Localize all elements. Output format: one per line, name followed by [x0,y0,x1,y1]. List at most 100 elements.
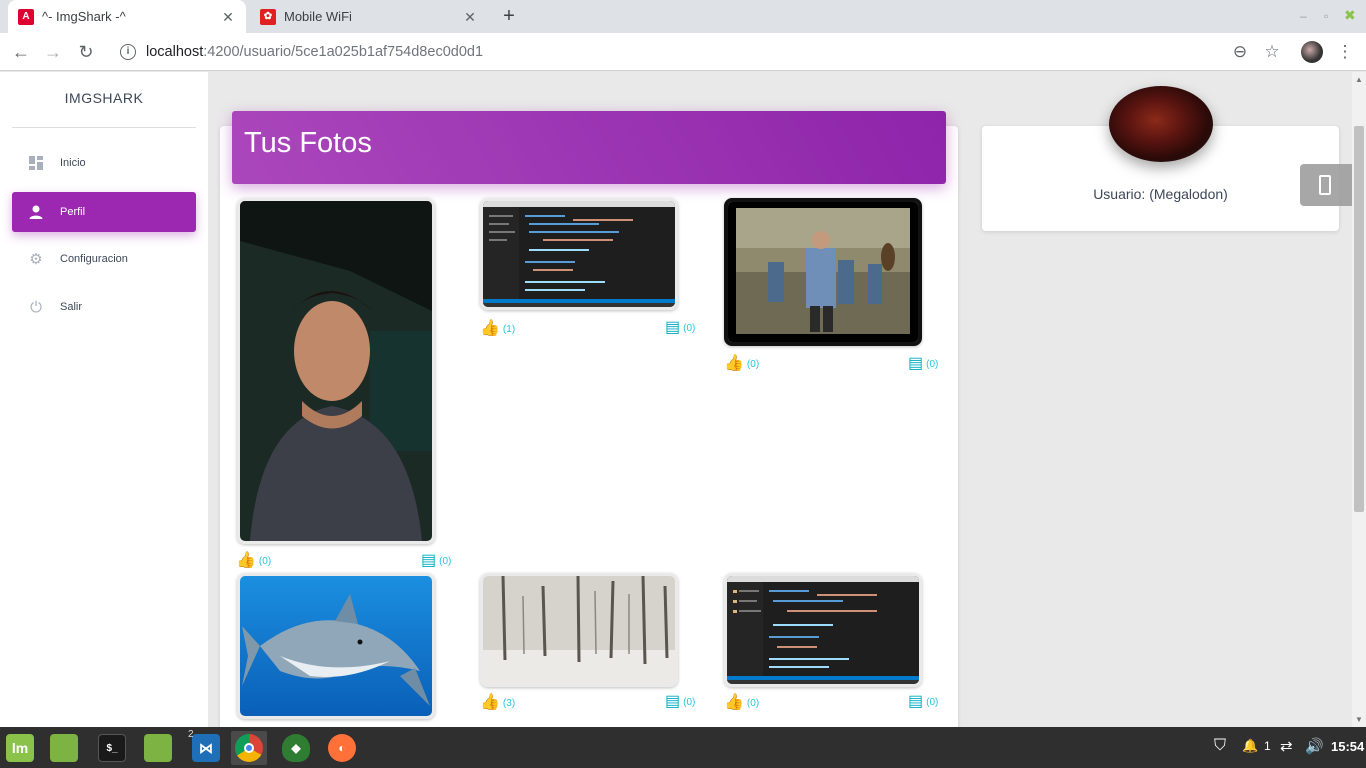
taskbar-chrome[interactable] [231,731,267,765]
chrome-icon [235,734,263,762]
close-icon[interactable]: ✕ [462,9,478,25]
tab-title: Mobile WiFi [284,9,352,24]
like-count: (1) [502,323,516,335]
thumbs-up-icon: 👍 [724,694,744,711]
comment-stat[interactable]: ▤ (0) [421,553,451,569]
like-count: (0) [746,358,760,370]
like-stat[interactable]: 👍 (0) [724,356,759,372]
huawei-icon: ✿ [260,8,276,25]
power-icon: ⏻ [30,298,42,316]
username-label: Usuario: (Megalodon) [1093,186,1228,202]
like-count: (3) [502,697,516,709]
menu-icon[interactable]: ⋮ [1334,41,1356,63]
comment-stat[interactable]: ▤ (0) [665,694,695,710]
scroll-down-icon[interactable]: ▼ [1355,715,1363,724]
thumbs-up-icon: 👍 [236,552,256,569]
forest-image [483,576,675,684]
new-tab-button[interactable]: + [498,5,520,27]
scrollbar-thumb[interactable] [1354,126,1364,512]
mint-menu-button[interactable]: lm [2,731,38,765]
taskbar-robo3t[interactable]: ◆ [278,731,314,765]
comment-count: (0) [926,696,939,708]
back-button[interactable]: ← [10,41,32,63]
browser-toolbar: ← → ↻ i localhost :4200/usuario/5ce1a025… [0,33,1366,71]
address-bar[interactable]: i localhost :4200/usuario/5ce1a025b1af75… [108,37,1258,67]
shark-image [240,576,432,716]
mobile-view-button[interactable] [1300,164,1352,206]
close-window-icon[interactable]: ✖ [1344,7,1356,24]
profile-picture[interactable] [1109,86,1213,162]
minimize-icon[interactable]: ‒ [1300,9,1307,23]
photo-shark[interactable] [237,573,435,719]
network-icon[interactable]: ⇄ [1280,737,1293,755]
page-scrollbar[interactable]: ▲ ▼ [1352,72,1366,727]
comment-count: (0) [683,322,696,334]
comment-count: (0) [926,358,939,370]
code-screenshot-image [727,576,919,684]
sidebar-item-salir[interactable]: ⏻ Salir [12,287,196,327]
forward-button[interactable]: → [42,41,64,63]
sidebar-item-configuracion[interactable]: ⚙ Configuracion [12,239,196,279]
scroll-up-icon[interactable]: ▲ [1355,75,1363,84]
taskbar-vscode[interactable]: ⋈ 2 [188,729,224,765]
comment-stat[interactable]: ▤ (0) [908,694,938,710]
folder-icon [50,734,78,762]
zoom-icon[interactable]: ⊖ [1229,41,1251,63]
reload-button[interactable]: ↻ [75,41,97,63]
notification-count: 1 [1264,739,1271,753]
sidebar-item-perfil[interactable]: Perfil [12,192,196,232]
comment-stat[interactable]: ▤ (0) [665,320,695,336]
comment-icon: ▤ [908,355,924,372]
person-icon [28,204,44,220]
tab-mobile-wifi[interactable]: ✿ Mobile WiFi ✕ [250,0,488,33]
code-screenshot-image [483,201,675,307]
taskbar-files[interactable] [46,731,82,765]
info-icon[interactable]: i [120,44,136,60]
bookmark-star-icon[interactable]: ☆ [1261,41,1283,63]
tab-imgshark[interactable]: A ^- ImgShark -^ ✕ [8,0,246,33]
photo-selfie[interactable] [237,198,435,544]
comment-icon: ▤ [665,693,681,710]
thumbs-up-icon: 👍 [480,694,500,711]
comment-icon: ▤ [908,693,924,710]
sidebar-item-inicio[interactable]: Inicio [12,143,196,183]
dashboard-icon [28,155,44,171]
sidebar-item-label: Salir [60,301,83,313]
notification-icon[interactable]: 🔔 [1242,738,1258,754]
thumbs-up-icon: 👍 [480,320,500,337]
photo-movie[interactable] [724,198,922,346]
photo-code-2[interactable] [724,573,922,687]
sidebar-item-label: Perfil [60,206,86,218]
taskbar-firefox[interactable]: ◐ [324,731,360,765]
close-icon[interactable]: ✕ [220,9,236,25]
like-stat[interactable]: 👍 (1) [480,321,515,337]
vscode-icon: ⋈ [192,734,220,762]
comment-stat[interactable]: ▤ (0) [908,356,938,372]
like-stat[interactable]: 👍 (3) [480,695,515,711]
taskbar-terminal[interactable]: $_ [94,731,130,765]
taskbar-folder[interactable] [140,731,176,765]
comment-icon: ▤ [421,552,437,569]
browser-tab-bar: A ^- ImgShark -^ ✕ ✿ Mobile WiFi ✕ + ‒ ▫… [0,0,1366,33]
photo-code-1[interactable] [480,198,678,310]
comment-count: (0) [683,696,696,708]
divider [12,127,196,128]
like-stat[interactable]: 👍 (0) [236,553,271,569]
sidebar-item-label: Configuracion [60,253,128,265]
volume-icon[interactable]: 🔊 [1305,737,1324,755]
phone-icon [1319,175,1331,195]
photo-forest[interactable] [480,573,678,687]
sidebar: IMGSHARK Inicio Perfil ⚙ Configuracion ⏻… [0,72,208,727]
comment-icon: ▤ [665,319,681,336]
shield-icon[interactable]: ⛉ [1214,737,1226,755]
page-viewport: IMGSHARK Inicio Perfil ⚙ Configuracion ⏻… [0,72,1352,727]
like-stat[interactable]: 👍 (0) [724,695,759,711]
sidebar-item-label: Inicio [60,157,86,169]
maximize-icon[interactable]: ▫ [1324,9,1328,23]
clock[interactable]: 15:54 [1331,739,1364,754]
url-path: :4200/usuario/5ce1a025b1af754d8ec0d0d1 [203,44,484,60]
brand-title[interactable]: IMGSHARK [0,90,208,106]
page-title: Tus Fotos [244,127,372,159]
profile-avatar[interactable] [1301,41,1323,63]
comment-count: (0) [439,555,452,567]
